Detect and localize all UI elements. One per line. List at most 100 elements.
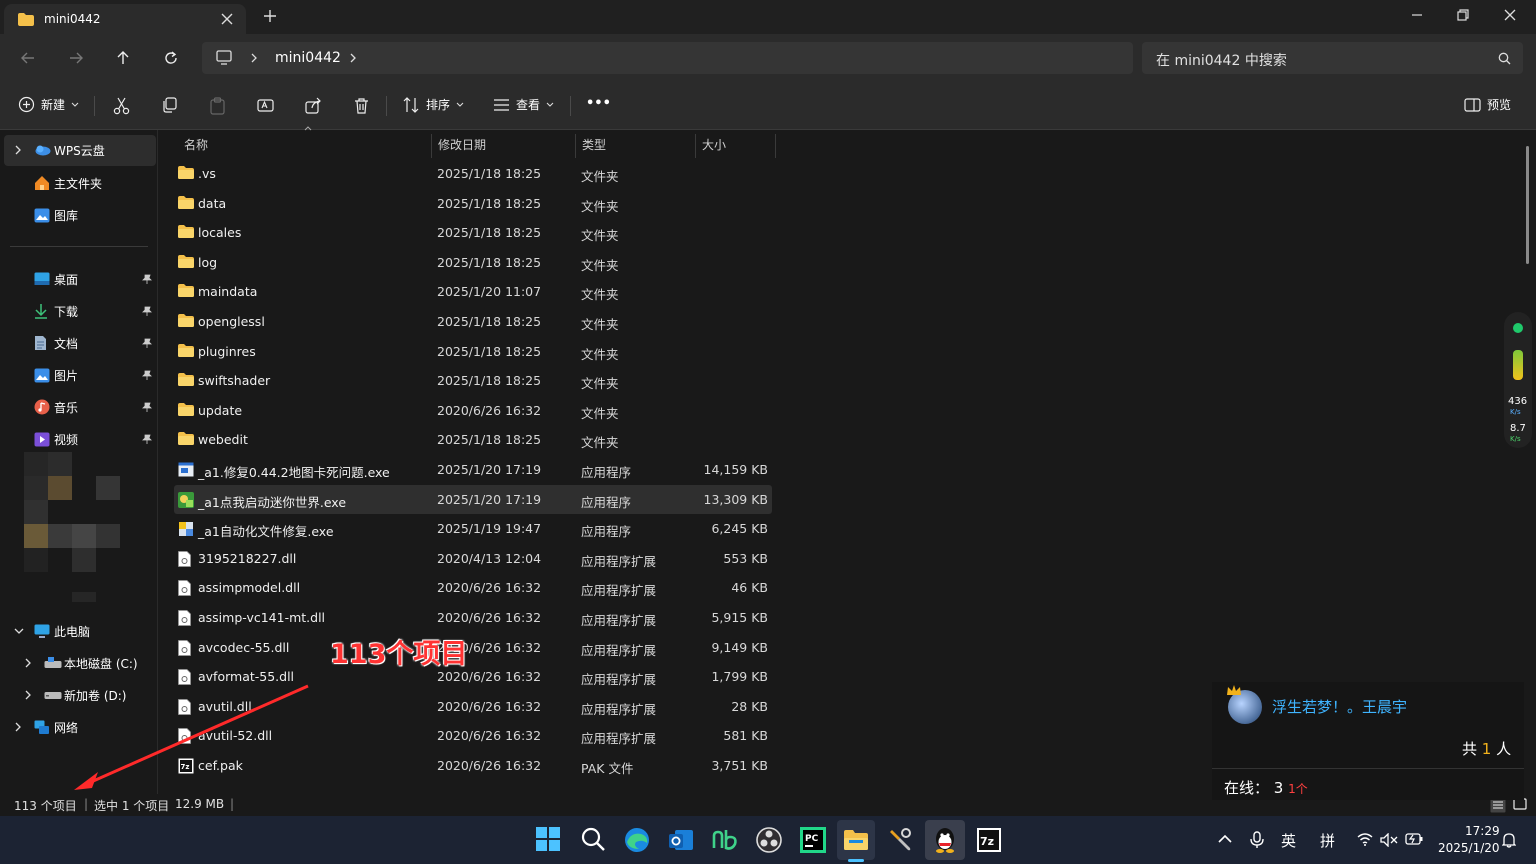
pin-icon[interactable] xyxy=(142,434,152,444)
chevron-right-icon[interactable] xyxy=(14,145,22,155)
sidebar-item-home[interactable]: 主文件夹 xyxy=(4,168,156,198)
ime-mode[interactable]: 拼 xyxy=(1320,830,1335,851)
sidebar-item-wps-cloud[interactable]: WPS云盘 xyxy=(4,135,156,165)
minimize-icon[interactable] xyxy=(1410,8,1424,22)
file-row[interactable]: assimpmodel.dll 2020/6/26 16:32 应用程序扩展 46 K… xyxy=(174,573,772,602)
sidebar-item-music[interactable]: 音乐 xyxy=(4,392,156,422)
pin-icon[interactable] xyxy=(142,338,152,348)
download-unit: K/s xyxy=(1510,435,1521,443)
game-launcher-icon xyxy=(178,491,194,508)
annotation-arrow xyxy=(74,684,309,790)
search-icon[interactable] xyxy=(1498,52,1511,65)
tab-mini0442[interactable]: mini0442 xyxy=(4,4,246,34)
chevron-right-icon[interactable] xyxy=(24,690,32,700)
close-tab-icon[interactable] xyxy=(220,12,234,26)
column-header-name[interactable]: 名称 xyxy=(184,134,432,158)
file-explorer-icon[interactable] xyxy=(842,826,870,854)
outlook-icon[interactable] xyxy=(667,826,695,854)
sidebar-item-label: 音乐 xyxy=(54,400,79,415)
file-row[interactable]: openglessl 2025/1/18 18:25 文件夹 xyxy=(174,307,772,336)
forward-icon[interactable] xyxy=(68,50,84,66)
breadcrumb[interactable]: mini0442 xyxy=(275,50,341,66)
column-header-size[interactable]: 大小 xyxy=(696,134,776,158)
close-window-icon[interactable] xyxy=(1503,8,1517,22)
new-button[interactable]: 新建 xyxy=(18,96,79,113)
battery-icon[interactable] xyxy=(1405,833,1423,845)
sidebar-item-this-pc[interactable]: 此电脑 xyxy=(4,616,156,646)
chevron-right-icon[interactable] xyxy=(250,53,258,63)
total-count: 共 1 人 xyxy=(1462,738,1511,759)
sidebar-item-gallery[interactable]: 图库 xyxy=(4,200,156,230)
sidebar-item-documents[interactable]: 文档 xyxy=(4,328,156,358)
ime-language[interactable]: 英 xyxy=(1281,830,1296,851)
pin-icon[interactable] xyxy=(142,370,152,380)
file-row[interactable]: swiftshader 2025/1/18 18:25 文件夹 xyxy=(174,366,772,395)
sidebar-item-drive-c[interactable]: 本地磁盘 (C:) xyxy=(14,648,166,678)
chevron-up-icon[interactable] xyxy=(1218,834,1232,844)
search-input[interactable]: 在 mini0442 中搜索 xyxy=(1142,42,1523,74)
preview-button[interactable]: 预览 xyxy=(1464,96,1511,113)
volume-muted-icon[interactable] xyxy=(1380,833,1398,847)
file-row[interactable]: log 2025/1/18 18:25 文件夹 xyxy=(174,248,772,277)
paste-icon[interactable] xyxy=(209,97,226,115)
tools-icon[interactable] xyxy=(886,826,914,854)
chat-notification-popup[interactable]: 浮生若梦！。王晨宇 共 1 人 在线： 3 1个 xyxy=(1212,682,1524,800)
file-row[interactable]: data 2025/1/18 18:25 文件夹 xyxy=(174,189,772,218)
chevron-right-icon[interactable] xyxy=(14,722,22,732)
file-row[interactable]: .vs 2025/1/18 18:25 文件夹 xyxy=(174,159,772,188)
network-speed-widget[interactable]: 436 K/s 8.7 K/s xyxy=(1504,312,1532,448)
pin-icon[interactable] xyxy=(142,274,152,284)
sort-button[interactable]: 排序 xyxy=(403,96,464,113)
file-row[interactable]: avcodec-55.dll 2020/6/26 16:32 应用程序扩展 9,149… xyxy=(174,633,772,662)
notification-bell-icon[interactable] xyxy=(1502,832,1516,848)
new-tab-icon[interactable] xyxy=(262,8,278,24)
copy-icon[interactable] xyxy=(161,97,178,114)
file-row[interactable]: _a1自动化文件修复.exe 2025/1/19 19:47 应用程序 6,245 K… xyxy=(174,514,772,543)
file-row[interactable]: maindata 2025/1/20 11:07 文件夹 xyxy=(174,277,772,306)
up-icon[interactable] xyxy=(115,50,131,66)
file-row[interactable]: assimp-vc141-mt.dll 2020/6/26 16:32 应用程序扩展… xyxy=(174,603,772,632)
sidebar-item-pictures[interactable]: 图片 xyxy=(4,360,156,390)
refresh-icon[interactable] xyxy=(163,50,179,66)
address-bar[interactable]: mini0442 xyxy=(202,42,1133,74)
file-row[interactable]: webedit 2025/1/18 18:25 文件夹 xyxy=(174,425,772,454)
chevron-right-icon[interactable] xyxy=(24,658,32,668)
view-button[interactable]: 查看 xyxy=(493,96,554,113)
more-options-button[interactable]: ••• xyxy=(586,96,611,111)
start-icon[interactable] xyxy=(535,826,563,854)
sidebar-item-downloads[interactable]: 下载 xyxy=(4,296,156,326)
file-type: 应用程序扩展 xyxy=(581,672,657,688)
file-row[interactable]: update 2020/6/26 16:32 文件夹 xyxy=(174,396,772,425)
delete-icon[interactable] xyxy=(353,97,370,115)
chevron-down-icon[interactable] xyxy=(14,627,24,635)
restore-icon[interactable] xyxy=(1456,8,1470,22)
search-icon[interactable] xyxy=(580,826,608,854)
cut-icon[interactable] xyxy=(113,97,130,115)
file-row[interactable]: _a1点我启动迷你世界.exe 2025/1/20 17:19 应用程序 13,309… xyxy=(174,484,772,514)
sidebar-item-desktop[interactable]: 桌面 xyxy=(4,264,156,294)
7zip-icon[interactable]: 7z xyxy=(975,826,1003,854)
clock-time[interactable]: 17:29 xyxy=(1465,824,1500,838)
rename-icon[interactable] xyxy=(257,97,274,114)
file-row[interactable]: 3195218227.dll 2020/4/13 12:04 应用程序扩展 553 K… xyxy=(174,544,772,573)
column-header-type[interactable]: 类型 xyxy=(576,134,696,158)
sidebar-item-videos[interactable]: 视频 xyxy=(4,424,156,454)
wifi-icon[interactable] xyxy=(1357,833,1373,846)
pin-icon[interactable] xyxy=(142,306,152,316)
scrollbar-thumb[interactable] xyxy=(1526,146,1529,264)
microphone-icon[interactable] xyxy=(1250,831,1264,849)
qq-icon[interactable] xyxy=(931,826,959,854)
file-row[interactable]: pluginres 2025/1/18 18:25 文件夹 xyxy=(174,337,772,366)
back-icon[interactable] xyxy=(20,50,36,66)
edge-icon[interactable] xyxy=(623,826,651,854)
share-icon[interactable] xyxy=(305,97,322,114)
app-nb-icon[interactable] xyxy=(711,826,739,854)
pin-icon[interactable] xyxy=(142,402,152,412)
file-row[interactable]: locales 2025/1/18 18:25 文件夹 xyxy=(174,218,772,247)
obs-icon[interactable] xyxy=(755,826,783,854)
file-row[interactable]: _a1.修复0.44.2地图卡死问题.exe 2025/1/20 17:19 应用程… xyxy=(174,455,772,484)
clock-date[interactable]: 2025/1/20 xyxy=(1438,841,1500,855)
column-header-date[interactable]: 修改日期 xyxy=(432,134,576,158)
pycharm-icon[interactable]: PC xyxy=(799,826,827,854)
chevron-right-icon[interactable] xyxy=(349,53,357,63)
